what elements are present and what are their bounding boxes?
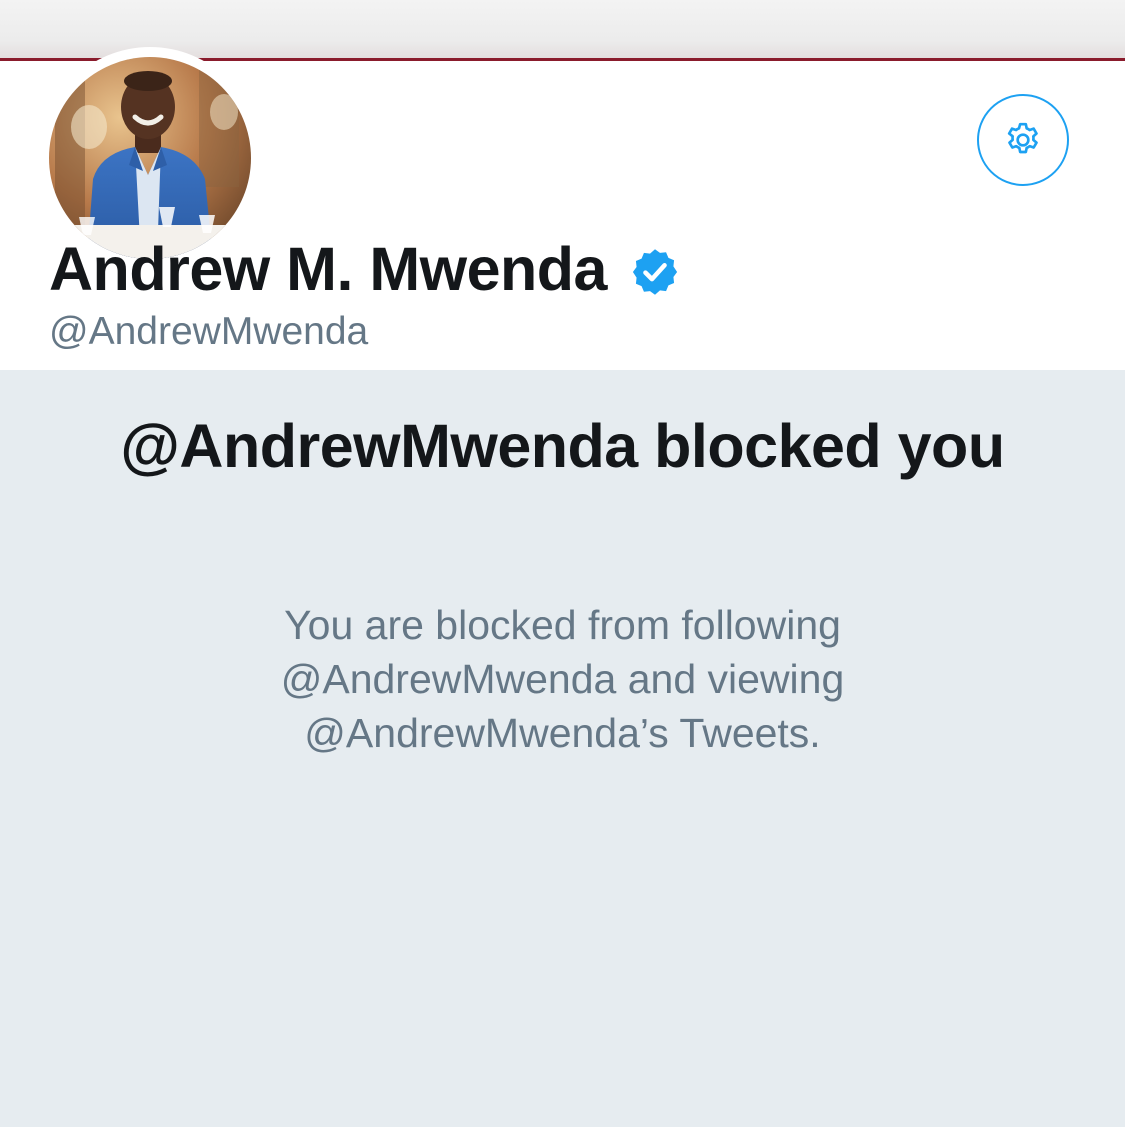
profile-handle: @AndrewMwenda bbox=[49, 310, 369, 353]
avatar[interactable] bbox=[49, 57, 251, 259]
display-name: Andrew M. Mwenda bbox=[49, 235, 607, 303]
profile-name-row: Andrew M. Mwenda bbox=[49, 231, 681, 307]
gear-icon bbox=[1007, 122, 1038, 154]
verified-badge-icon bbox=[632, 249, 678, 295]
profile-header: Andrew M. Mwenda @AndrewMwenda bbox=[0, 47, 1125, 370]
avatar-photo bbox=[49, 57, 251, 259]
blocked-title: @AndrewMwenda blocked you bbox=[120, 412, 1005, 480]
blocked-message: You are blocked from following @AndrewMw… bbox=[280, 602, 845, 756]
settings-button[interactable] bbox=[977, 94, 1069, 186]
